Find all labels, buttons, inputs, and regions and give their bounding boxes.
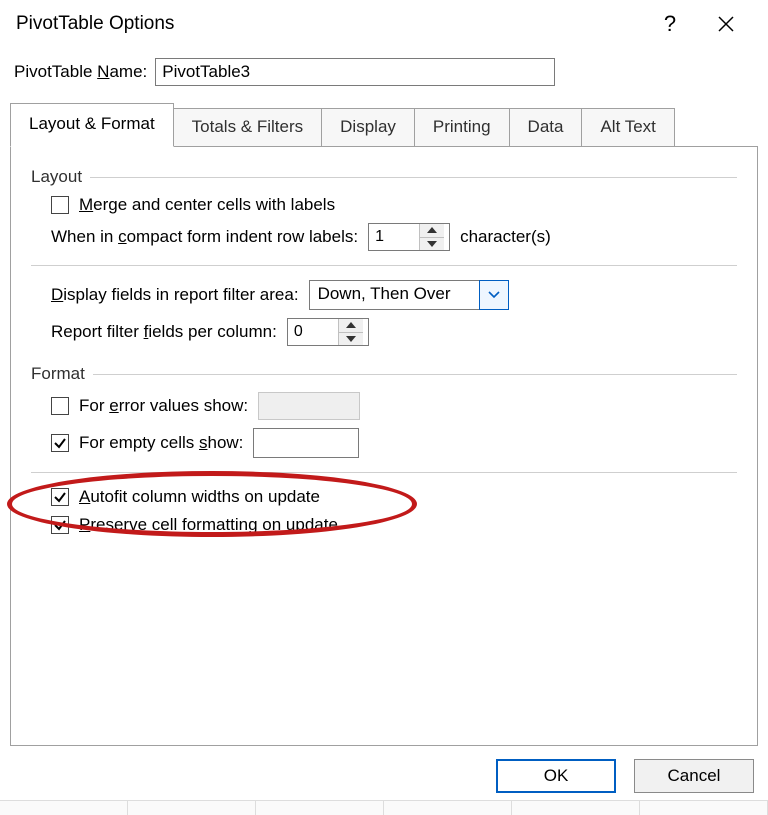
pivottable-name-label: PivotTable Name: [14,62,147,82]
tab-display[interactable]: Display [322,108,415,147]
format-section-heading: Format [31,364,737,384]
autofit-label: Autofit column widths on update [79,487,320,507]
error-values-field [258,392,360,420]
filter-per-col-row: Report filter fields per column: [51,318,737,346]
error-values-label: For error values show: [79,396,248,416]
chevron-down-icon [427,241,437,247]
filter-per-col-label: Report filter fields per column: [51,322,277,342]
help-button[interactable]: ? [642,4,698,44]
pivottable-options-dialog: PivotTable Options ? PivotTable Name: La… [0,0,768,815]
tab-panel-layout-format: Layout Merge and center cells with label… [10,146,758,746]
divider-line [90,177,737,178]
chevron-down-icon [488,291,500,299]
error-values-row: For error values show: [51,392,737,420]
merge-center-label: Merge and center cells with labels [79,195,335,215]
indent-spin-up[interactable] [420,224,444,238]
preserve-row: Preserve cell formatting on update [51,515,737,535]
pivottable-name-input[interactable] [155,58,555,86]
check-icon [53,436,67,450]
tab-data[interactable]: Data [510,108,583,147]
indent-spin [419,224,444,250]
preserve-label: Preserve cell formatting on update [79,515,338,535]
close-icon [717,15,735,33]
display-fields-select[interactable]: Down, Then Over [309,280,509,310]
merge-center-row: Merge and center cells with labels [51,195,737,215]
display-fields-label: Display fields in report filter area: [51,285,299,305]
empty-cells-checkbox[interactable] [51,434,69,452]
sheet-grid-edge [0,800,768,815]
preserve-checkbox[interactable] [51,516,69,534]
tab-printing[interactable]: Printing [415,108,510,147]
close-button[interactable] [698,4,754,44]
cancel-button[interactable]: Cancel [634,759,754,793]
dialog-footer: OK Cancel [496,759,754,793]
indent-row: When in compact form indent row labels: … [51,223,737,251]
indent-stepper[interactable] [368,223,450,251]
pivottable-name-row: PivotTable Name: [0,46,768,86]
divider-line [93,374,737,375]
display-fields-value: Down, Then Over [310,281,479,309]
divider-line [31,472,737,473]
check-icon [53,518,67,532]
dialog-title: PivotTable Options [14,13,642,35]
filter-per-col-spin [338,319,363,345]
filter-per-col-input[interactable] [288,319,338,345]
display-fields-dropdown-button[interactable] [479,280,509,310]
empty-cells-field[interactable] [253,428,359,458]
filter-spin-up[interactable] [339,319,363,333]
check-icon [53,490,67,504]
tab-totals-filters[interactable]: Totals & Filters [174,108,322,147]
display-fields-row: Display fields in report filter area: Do… [51,280,737,310]
indent-input[interactable] [369,224,419,250]
indent-spin-down[interactable] [420,238,444,251]
autofit-checkbox[interactable] [51,488,69,506]
empty-cells-label: For empty cells show: [79,433,243,453]
indent-suffix: character(s) [460,227,551,247]
filter-spin-down[interactable] [339,333,363,346]
error-values-checkbox[interactable] [51,397,69,415]
chevron-down-icon [346,336,356,342]
chevron-up-icon [346,322,356,328]
indent-label: When in compact form indent row labels: [51,227,358,247]
ok-button[interactable]: OK [496,759,616,793]
layout-section-heading: Layout [31,167,737,187]
divider-line [31,265,737,266]
filter-per-col-stepper[interactable] [287,318,369,346]
chevron-up-icon [427,227,437,233]
help-icon: ? [664,11,676,37]
tab-alt-text[interactable]: Alt Text [582,108,674,147]
titlebar: PivotTable Options ? [0,0,768,46]
tab-strip: Layout & Format Totals & Filters Display… [10,102,758,146]
empty-cells-row: For empty cells show: [51,428,737,458]
autofit-row: Autofit column widths on update [51,487,737,507]
merge-center-checkbox[interactable] [51,196,69,214]
tab-layout-format[interactable]: Layout & Format [10,103,174,147]
tabs-container: Layout & Format Totals & Filters Display… [10,102,758,746]
